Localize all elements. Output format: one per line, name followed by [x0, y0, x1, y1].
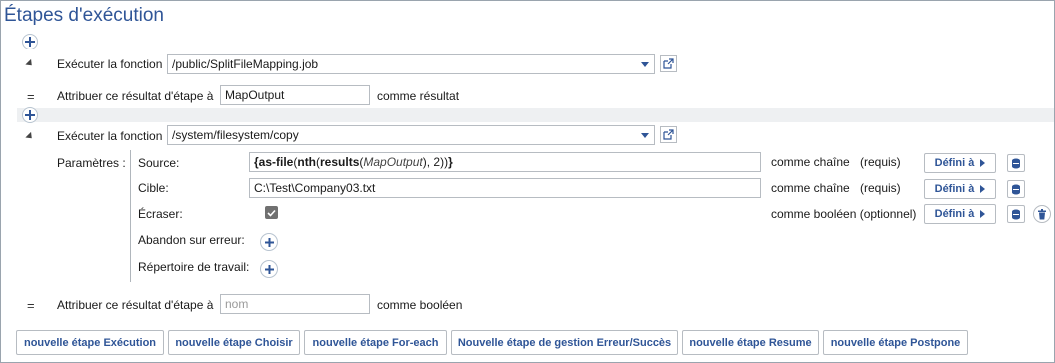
param-overwrite-checkbox[interactable]: [265, 206, 278, 219]
param-source-input[interactable]: {as-file(nth(results(MapOutput), 2))}: [249, 152, 761, 172]
step2-label: Exécuter la fonction: [57, 129, 163, 143]
trash-icon: [1038, 208, 1046, 219]
param-target-type: comme chaîne: [771, 181, 850, 195]
checkmark-icon: [267, 209, 276, 217]
step1-result-input[interactable]: MapOutput: [220, 85, 370, 105]
step2-function-value: /system/filesystem/copy: [172, 128, 299, 142]
param-overwrite-delete-button[interactable]: [1033, 205, 1051, 223]
expr-func-as-file: as-file: [258, 155, 294, 169]
caret-right-icon: [980, 185, 986, 193]
param-source-db-button[interactable]: [1007, 154, 1025, 172]
params-label: Paramètres :: [57, 156, 126, 170]
step1-assign-label: Attribuer ce résultat d'étape à: [57, 89, 214, 103]
param-source-label: Source:: [138, 156, 180, 170]
new-foreach-step-button[interactable]: nouvelle étape For-each: [304, 330, 447, 355]
new-error-success-step-button[interactable]: Nouvelle étape de gestion Erreur/Succès: [451, 330, 678, 355]
param-target-input[interactable]: C:\Test\Company03.txt: [249, 178, 761, 198]
param-source-type: comme chaîne: [771, 155, 850, 169]
new-postpone-step-button[interactable]: nouvelle étape Postpone: [823, 330, 968, 355]
expr-func-results: results: [320, 155, 360, 169]
set-button-label: Défini à: [934, 157, 975, 169]
expr-func-nth: nth: [297, 155, 317, 169]
database-icon: [1012, 158, 1020, 168]
new-execution-step-button[interactable]: nouvelle étape Exécution: [16, 330, 164, 355]
param-source-required: (requis): [860, 155, 901, 169]
step2-assign-suffix: comme booléen: [377, 298, 463, 312]
param-workdir-label: Répertoire de travail:: [138, 260, 250, 274]
param-source-set-button[interactable]: Défini à: [924, 153, 996, 173]
plus-icon: [264, 237, 274, 247]
set-button-label: Défini à: [934, 183, 975, 195]
open-function-button[interactable]: [660, 55, 677, 72]
new-resume-step-button[interactable]: nouvelle étape Resume: [682, 330, 819, 355]
step2-result-input[interactable]: nom: [220, 294, 370, 314]
plus-icon: [25, 37, 35, 47]
expr-tail: ), 2)): [422, 155, 449, 169]
page-title: Étapes d'exécution: [4, 5, 164, 26]
step2-function-select[interactable]: /system/filesystem/copy: [167, 125, 655, 145]
param-overwrite-label: Écraser:: [138, 207, 183, 221]
step1-function-select[interactable]: /public/SplitFileMapping.job: [167, 54, 655, 74]
new-choose-step-button[interactable]: nouvelle étape Choisir: [168, 330, 300, 355]
param-abort-label: Abandon sur erreur:: [138, 233, 245, 247]
param-target-label: Cible:: [138, 181, 169, 195]
add-step-top-button[interactable]: [22, 34, 38, 50]
caret-right-icon: [980, 210, 986, 218]
param-overwrite-type: comme booléen (optionnel): [771, 207, 917, 221]
step1-function-value: /public/SplitFileMapping.job: [172, 57, 319, 71]
params-divider: [130, 150, 131, 282]
external-link-icon: [663, 129, 674, 140]
param-workdir-add-button[interactable]: [260, 260, 278, 278]
set-button-label: Défini à: [934, 208, 975, 220]
add-step-middle-button[interactable]: [22, 107, 38, 123]
step2-assign-label: Attribuer ce résultat d'étape à: [57, 298, 214, 312]
param-overwrite-db-button[interactable]: [1007, 205, 1025, 223]
database-icon: [1012, 184, 1020, 194]
step1-label: Exécuter la fonction: [57, 57, 163, 71]
caret-right-icon: [980, 159, 986, 167]
param-target-db-button[interactable]: [1007, 180, 1025, 198]
param-target-set-button[interactable]: Défini à: [924, 179, 996, 199]
plus-icon: [25, 110, 35, 120]
database-icon: [1012, 209, 1020, 219]
step1-assign-suffix: comme résultat: [377, 89, 460, 103]
param-overwrite-set-button[interactable]: Défini à: [924, 204, 996, 224]
equals-icon: =: [27, 298, 35, 313]
param-target-required: (requis): [860, 181, 901, 195]
step-separator: [17, 108, 1054, 122]
external-link-icon: [663, 58, 674, 69]
plus-icon: [264, 264, 274, 274]
expr-brace-close: }: [448, 155, 453, 169]
dropdown-arrow-icon: [641, 133, 649, 138]
open-function-button[interactable]: [660, 126, 677, 143]
param-abort-add-button[interactable]: [260, 233, 278, 251]
equals-icon: =: [27, 89, 35, 104]
expr-arg: MapOutput: [363, 155, 423, 169]
dropdown-arrow-icon: [641, 62, 649, 67]
